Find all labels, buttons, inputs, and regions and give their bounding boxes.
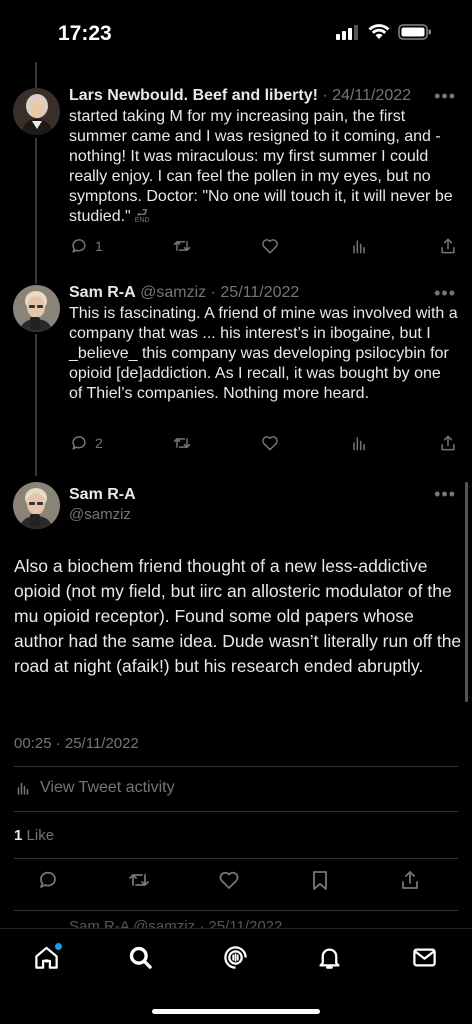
- reply-icon: [72, 239, 86, 253]
- share-button[interactable]: [438, 433, 458, 453]
- status-icons: [336, 24, 432, 40]
- avatar[interactable]: [13, 88, 60, 135]
- author-name[interactable]: Lars Newbould. Beef and liberty!: [69, 87, 318, 104]
- thread-line: [35, 62, 37, 88]
- author-name[interactable]: Sam R-A: [69, 284, 136, 301]
- focused-tweet-actions: [36, 868, 422, 892]
- notifications-icon: [319, 948, 340, 969]
- views-button[interactable]: [349, 433, 369, 453]
- reply-icon: [72, 436, 86, 450]
- unread-dot: [55, 943, 62, 950]
- return-arrow-icon: ⮐: [136, 205, 148, 221]
- retweet-button[interactable]: [172, 236, 192, 256]
- reply-icon[interactable]: [36, 868, 60, 892]
- share-icon: [441, 435, 455, 451]
- reply-button[interactable]: 1: [69, 236, 103, 256]
- bookmark-icon[interactable]: [308, 868, 332, 892]
- messages-icon: [412, 948, 436, 966]
- share-icon[interactable]: [398, 868, 422, 892]
- like-button[interactable]: [260, 236, 280, 256]
- tweet-timestamp: 00:25 · 25/11/2022: [14, 735, 139, 752]
- nav-notifications[interactable]: [312, 939, 348, 975]
- avatar[interactable]: [13, 482, 60, 529]
- divider: [14, 766, 458, 767]
- like-count: 1: [14, 827, 23, 844]
- scrollbar[interactable]: [465, 482, 468, 702]
- nav-home[interactable]: [28, 939, 64, 975]
- tweet-actions: 1: [69, 234, 458, 258]
- retweet-button[interactable]: [172, 433, 192, 453]
- author-name[interactable]: Sam R-A: [69, 486, 136, 504]
- tweet-header: Lars Newbould. Beef and liberty! · 24/11…: [69, 86, 458, 106]
- like-icon[interactable]: [217, 868, 241, 892]
- separator: ·: [206, 284, 221, 301]
- nav-spaces[interactable]: [217, 939, 253, 975]
- selfie-avatar-image: [13, 285, 60, 332]
- status-time: 17:23: [58, 22, 112, 45]
- tweet-header: Sam R-A @samziz · 25/11/2022: [69, 283, 458, 303]
- tweet-text: This is fascinating. A friend of mine wa…: [69, 305, 458, 402]
- divider: [14, 811, 458, 812]
- reply-tweet[interactable]: ••• Sam R-A @samziz · 25/11/2022 This is…: [0, 283, 472, 463]
- bottom-nav: [0, 928, 472, 1024]
- reply-tweet[interactable]: ••• Lars Newbould. Beef and liberty! · 2…: [0, 86, 472, 266]
- like-icon: [262, 239, 279, 254]
- status-bar: 17:23: [0, 0, 472, 66]
- portrait-avatar-image: [13, 88, 60, 135]
- like-button[interactable]: [260, 433, 280, 453]
- selfie-avatar-image: [13, 482, 60, 529]
- cellular-signal-icon: [336, 25, 358, 40]
- nav-search[interactable]: [123, 939, 159, 975]
- views-icon: [17, 782, 29, 795]
- nav-messages[interactable]: [406, 939, 442, 975]
- reply-count: 2: [95, 435, 103, 451]
- retweet-icon: [173, 438, 190, 448]
- share-icon: [441, 238, 455, 254]
- like-label: Like: [26, 827, 55, 844]
- avatar[interactable]: [13, 285, 60, 332]
- reply-button[interactable]: 2: [69, 433, 103, 453]
- battery-icon: [398, 24, 431, 40]
- retweet-icon: [173, 241, 190, 251]
- activity-label: View Tweet activity: [40, 779, 175, 796]
- like-icon: [262, 436, 279, 451]
- views-button[interactable]: [349, 236, 369, 256]
- wifi-icon: [368, 24, 390, 39]
- more-options-icon[interactable]: •••: [434, 484, 456, 505]
- reply-count: 1: [95, 238, 103, 254]
- divider: [14, 858, 458, 859]
- tweet-date[interactable]: 25/11/2022: [220, 284, 299, 301]
- likes-count-link[interactable]: 1 Like: [14, 827, 54, 844]
- tweet-actions: 2: [69, 431, 458, 455]
- retweet-icon[interactable]: [127, 868, 151, 892]
- tweet-text: started taking M for my increasing pain,…: [69, 108, 453, 225]
- views-icon: [353, 240, 365, 254]
- separator: ·: [322, 87, 333, 104]
- share-button[interactable]: [438, 236, 458, 256]
- divider: [14, 910, 458, 911]
- tweet-text: Also a biochem friend thought of a new l…: [14, 556, 462, 676]
- home-indicator[interactable]: [152, 1009, 320, 1014]
- search-icon: [129, 946, 152, 969]
- end-badge: ⮐ END: [134, 205, 150, 225]
- author-handle[interactable]: @samziz: [140, 284, 206, 301]
- author-handle[interactable]: @samziz: [69, 506, 131, 523]
- tweet-date[interactable]: 24/11/2022: [332, 87, 411, 104]
- views-icon: [353, 437, 365, 451]
- spaces-icon: [223, 945, 247, 969]
- view-tweet-activity-link[interactable]: View Tweet activity: [14, 779, 175, 797]
